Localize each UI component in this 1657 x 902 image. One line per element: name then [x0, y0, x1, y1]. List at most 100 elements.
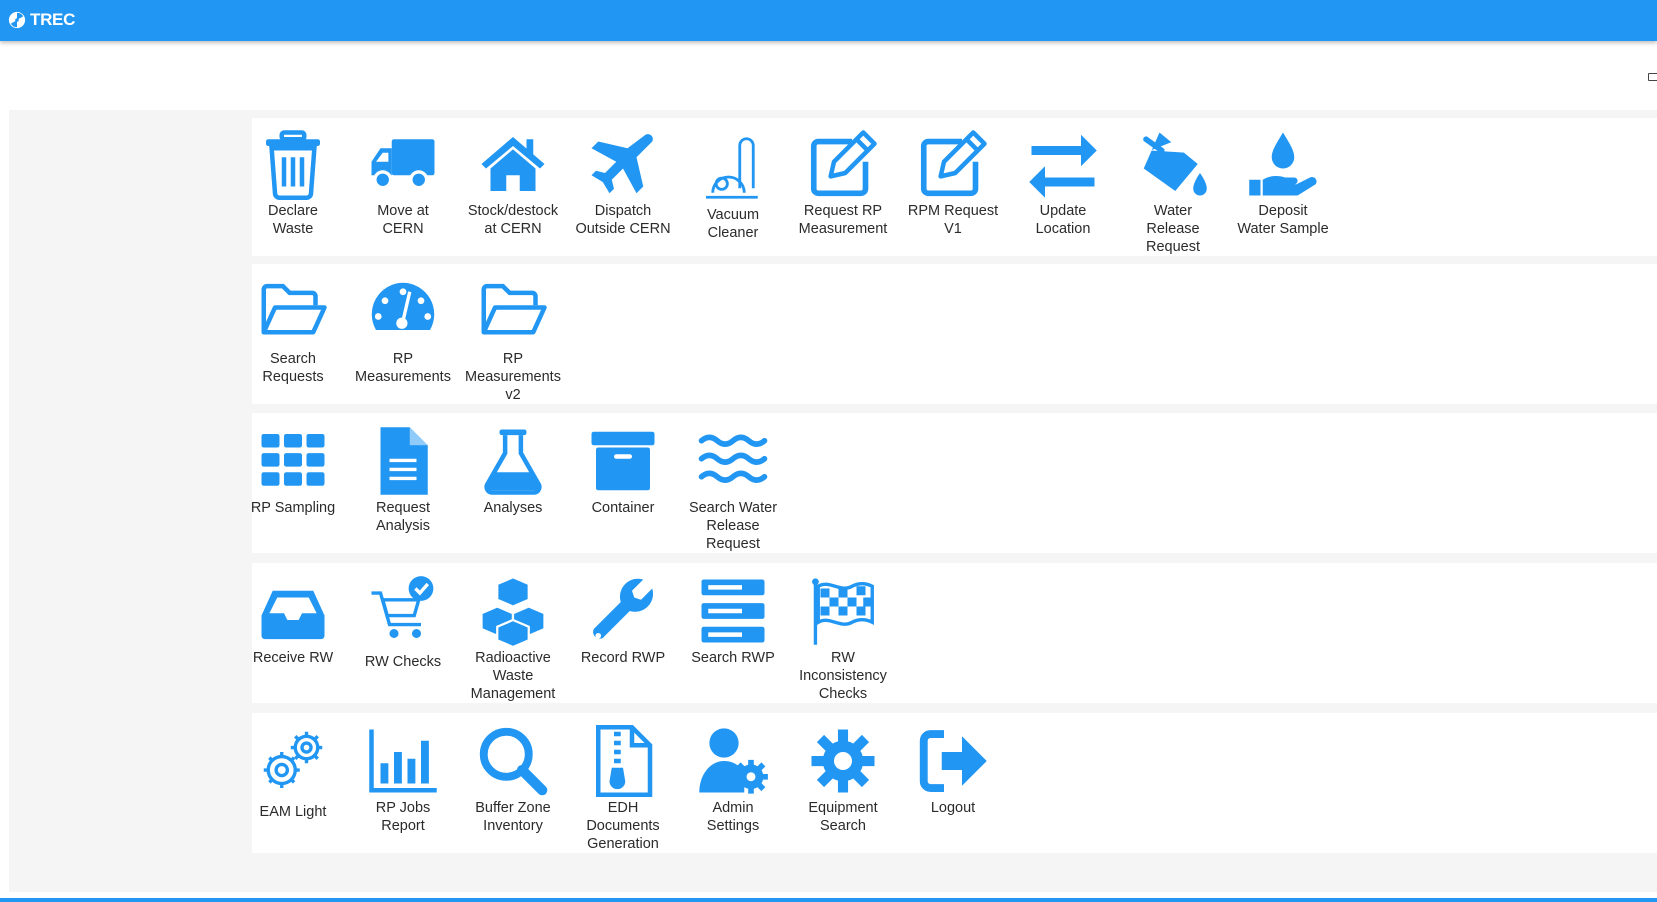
- tile-stock-destock[interactable]: Stock/destock at CERN: [455, 128, 571, 238]
- tile-receive-rw[interactable]: Receive RW: [235, 575, 351, 667]
- archive-box-icon: [585, 425, 661, 497]
- tile-search-requests[interactable]: Search Requests: [235, 276, 351, 386]
- tile-label: Radioactive Waste Management: [470, 650, 556, 702]
- exchange-icon: [1025, 128, 1101, 200]
- tile-label: RP Sampling: [250, 500, 336, 516]
- tile-label: Equipment Search: [808, 800, 878, 834]
- folder-open-icon: [255, 276, 331, 348]
- wrench-icon: [585, 575, 661, 647]
- tile-buffer-zone-inventory[interactable]: Buffer Zone Inventory: [455, 725, 571, 835]
- checkered-flag-icon: [805, 575, 881, 647]
- grid-icon: [255, 425, 331, 497]
- tile-label: Vacuum Cleaner: [706, 207, 760, 241]
- bar-chart-icon: [365, 725, 441, 797]
- tile-label: RP Measurements v2: [465, 351, 561, 403]
- document-icon: [365, 425, 441, 497]
- tile-label: Logout: [930, 800, 976, 816]
- tile-rp-sampling[interactable]: RP Sampling: [235, 425, 351, 517]
- tile-record-rwp[interactable]: Record RWP: [565, 575, 681, 667]
- edit-icon: [805, 128, 881, 200]
- fill-drip-icon: [1135, 128, 1211, 200]
- cog-icon: [805, 725, 881, 797]
- tile-admin-settings[interactable]: Admin Settings: [675, 725, 791, 835]
- tile-label: Search RWP: [691, 650, 775, 666]
- tile-label: Stock/destock at CERN: [467, 203, 559, 237]
- section-radioactive-waste: Receive RW RW Checks Radioactive Waste M…: [252, 563, 1657, 703]
- tile-label: Container: [591, 500, 655, 516]
- tile-label: RW Checks: [364, 654, 442, 670]
- tile-label: RP Jobs Report: [375, 800, 431, 834]
- tile-vacuum-cleaner[interactable]: Vacuum Cleaner: [675, 132, 791, 242]
- radiation-icon: [8, 11, 26, 29]
- tile-radioactive-waste-management[interactable]: Radioactive Waste Management: [455, 575, 571, 703]
- trash-icon: [255, 128, 331, 200]
- app-title: TREC: [30, 10, 76, 29]
- tile-analyses[interactable]: Analyses: [455, 425, 571, 517]
- tile-move-at-cern[interactable]: Move at CERN: [345, 128, 461, 238]
- user-cog-icon: [695, 725, 771, 797]
- top-app-bar: TREC: [0, 0, 1657, 41]
- tile-rpm-request-v1[interactable]: RPM Request V1: [895, 128, 1011, 238]
- tile-update-location[interactable]: Update Location: [1005, 128, 1121, 238]
- tile-rw-checks[interactable]: RW Checks: [345, 575, 461, 671]
- tile-container[interactable]: Container: [565, 425, 681, 517]
- flask-icon: [475, 425, 551, 497]
- tile-label: RPM Request V1: [907, 203, 999, 237]
- tile-label: EDH Documents Generation: [586, 800, 660, 852]
- tile-eam-light[interactable]: EAM Light: [235, 725, 351, 821]
- water-waves-icon: [695, 425, 771, 497]
- tile-search-rwp[interactable]: Search RWP: [675, 575, 791, 667]
- search-icon: [475, 725, 551, 797]
- bottom-bar: [0, 898, 1657, 902]
- tile-rp-measurements[interactable]: RP Measurements: [345, 276, 461, 386]
- server-icon: [695, 575, 771, 647]
- tile-logout[interactable]: Logout: [895, 725, 1011, 817]
- tile-label: Move at CERN: [377, 203, 429, 237]
- hand-holding-water-icon: [1245, 128, 1321, 200]
- tile-label: RP Measurements: [355, 351, 451, 385]
- tile-deposit-water-sample[interactable]: Deposit Water Sample: [1225, 128, 1341, 238]
- tile-label: Analyses: [483, 500, 543, 516]
- home-icon: [475, 128, 551, 200]
- folder-open-icon: [475, 276, 551, 348]
- tile-label: Water Release Request: [1145, 203, 1200, 255]
- tile-request-rp-measurement[interactable]: Request RP Measurement: [785, 128, 901, 238]
- tile-label: RW Inconsistency Checks: [799, 650, 887, 702]
- tile-label: Buffer Zone Inventory: [475, 800, 551, 834]
- tile-label: Record RWP: [580, 650, 666, 666]
- tile-label: Search Water Release Request: [688, 500, 778, 552]
- window-icon[interactable]: [1648, 73, 1657, 81]
- tile-water-release-request[interactable]: Water Release Request: [1115, 128, 1231, 256]
- section-measurements: Search Requests RP Measurements RP Measu…: [252, 264, 1657, 404]
- tile-dispatch-outside-cern[interactable]: Dispatch Outside CERN: [565, 128, 681, 238]
- tile-search-water-release-request[interactable]: Search Water Release Request: [675, 425, 791, 553]
- truck-icon: [365, 128, 441, 200]
- tile-label: Receive RW: [252, 650, 334, 666]
- tile-declare-waste[interactable]: Declare Waste: [235, 128, 351, 238]
- section-waste-operations: Declare Waste Move at CERN Stock/destock…: [252, 118, 1657, 256]
- tile-request-analysis[interactable]: Request Analysis: [345, 425, 461, 535]
- app-brand[interactable]: TREC: [8, 9, 75, 31]
- main-content: Declare Waste Move at CERN Stock/destock…: [9, 110, 1657, 892]
- tile-label: Deposit Water Sample: [1237, 203, 1329, 237]
- section-tools: EAM Light RP Jobs Report Buffer Zone Inv…: [252, 713, 1657, 853]
- gears-icon: [255, 725, 331, 797]
- tile-label: EAM Light: [259, 804, 327, 820]
- tile-rw-inconsistency-checks[interactable]: RW Inconsistency Checks: [785, 575, 901, 703]
- cubes-icon: [475, 575, 551, 647]
- vacuum-icon: [695, 132, 771, 204]
- plane-icon: [585, 128, 661, 200]
- tile-equipment-search[interactable]: Equipment Search: [785, 725, 901, 835]
- tile-label: Admin Settings: [706, 800, 760, 834]
- tile-edh-documents-generation[interactable]: EDH Documents Generation: [565, 725, 681, 853]
- sign-out-icon: [915, 725, 991, 797]
- tile-rp-measurements-v2[interactable]: RP Measurements v2: [455, 276, 571, 404]
- tile-label: Search Requests: [262, 351, 324, 385]
- tile-rp-jobs-report[interactable]: RP Jobs Report: [345, 725, 461, 835]
- tile-label: Declare Waste: [268, 203, 318, 237]
- cart-check-icon: [365, 575, 441, 647]
- section-sampling: RP Sampling Request Analysis Analyses Co…: [251, 413, 1657, 553]
- tile-label: Update Location: [1035, 203, 1091, 237]
- tile-label: Request Analysis: [375, 500, 430, 534]
- edit-icon: [915, 128, 991, 200]
